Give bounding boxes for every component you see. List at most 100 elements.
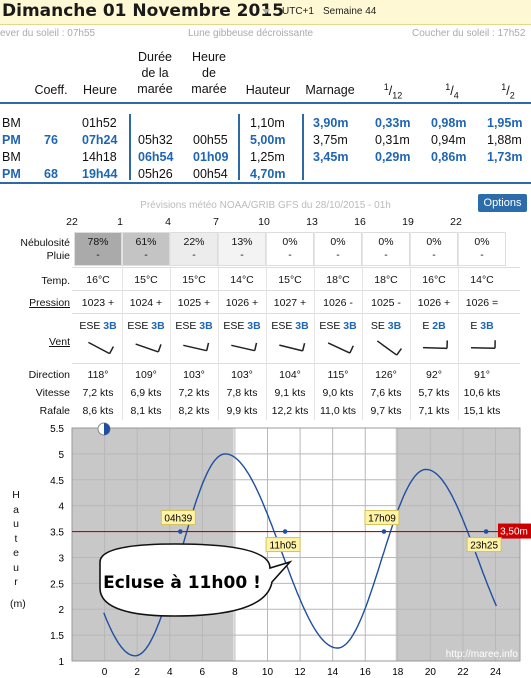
y-tick-label: 3.5 bbox=[50, 528, 64, 539]
y-tick-label: 1 bbox=[58, 657, 64, 668]
tide-cell-marnage: 3,75m bbox=[313, 133, 348, 147]
label-pression[interactable]: Pression bbox=[0, 297, 70, 310]
wind-direction-degrees: 103° bbox=[231, 369, 253, 381]
temperature-value: 16°C bbox=[86, 274, 110, 286]
wind-force-beaufort: 3B bbox=[343, 320, 357, 332]
tide-cell-hauteur: 5,00m bbox=[250, 133, 286, 147]
crossing-point bbox=[178, 529, 183, 534]
pressure-value: 1026 - bbox=[323, 297, 353, 309]
tide-cell-coeff: 68 bbox=[44, 167, 58, 181]
page-title: Dimanche 01 Novembre 2015 bbox=[2, 1, 284, 21]
wind-force-beaufort: 3B bbox=[480, 320, 494, 332]
forecast-hour-label: 1 bbox=[117, 216, 123, 228]
wind-gust-value: 7,1 kts bbox=[418, 405, 450, 417]
wind-sector: SE 3B bbox=[362, 320, 410, 332]
rain-value: - bbox=[192, 249, 196, 261]
timezone-label: UTC+1 bbox=[282, 6, 314, 17]
label-vent[interactable]: Vent bbox=[0, 336, 70, 349]
col-header-half: 1/2 bbox=[501, 82, 515, 101]
tide-cell-type: BM bbox=[2, 116, 21, 130]
cloud-cover-cell: 22% - bbox=[170, 232, 218, 266]
tide-cell-hauteur: 4,70m bbox=[250, 167, 286, 181]
tide-cell-twelfth: 0,31m bbox=[375, 133, 410, 147]
col-header-heure-maree: Heure de marée bbox=[191, 50, 227, 96]
wind-direction-code: ESE bbox=[319, 320, 344, 332]
crossing-point bbox=[282, 529, 288, 534]
tide-cell-type: BM bbox=[2, 150, 21, 164]
wind-speed-value: 7,6 kts bbox=[370, 387, 402, 399]
x-tick-label: 2 bbox=[134, 667, 140, 678]
sun-moon-row: ever du soleil : 07h55 Lune gibbeuse déc… bbox=[0, 28, 531, 42]
cloud-cover-cell: 0% - bbox=[314, 232, 362, 266]
table-divider bbox=[302, 114, 304, 180]
wind-gust-value: 9,9 kts bbox=[226, 405, 258, 417]
wind-direction-code: ESE bbox=[79, 320, 104, 332]
temperature-value: 14°C bbox=[470, 274, 494, 286]
wind-direction-code: E bbox=[422, 320, 433, 332]
wind-direction-code: ESE bbox=[175, 320, 200, 332]
tide-cell-marnage: 3,45m bbox=[313, 150, 349, 164]
cloud-cover-cell: 0% - bbox=[458, 232, 506, 266]
rain-value: - bbox=[336, 249, 340, 261]
label-rafale: Rafale bbox=[39, 405, 70, 417]
x-tick-label: 22 bbox=[457, 667, 469, 678]
cloud-cover-value: 0% bbox=[474, 236, 490, 248]
cloud-cover-cell: 13% - bbox=[218, 232, 266, 266]
temperature-value: 18°C bbox=[374, 274, 398, 286]
cloud-cover-value: 78% bbox=[87, 236, 109, 248]
moon-phase-text: Lune gibbeuse décroissante bbox=[188, 28, 314, 39]
tide-chart: 11.522.533.544.555.50 2 4 6 8 10 12 14 16 18 20 22 2… bbox=[50, 422, 531, 678]
cloud-cover-value: 22% bbox=[183, 236, 205, 248]
x-tick-label: 0 bbox=[102, 667, 108, 678]
wind-gust-value: 12,2 kts bbox=[271, 405, 309, 417]
tide-cell-duree: 06h54 bbox=[138, 150, 174, 164]
wind-barb-icon bbox=[422, 340, 449, 350]
forecast-hour-label: 4 bbox=[165, 216, 171, 228]
date-dropdown-caret-icon[interactable] bbox=[262, 9, 270, 14]
wind-direction-degrees: 118° bbox=[87, 369, 109, 381]
label-nebulosite: Nébulosité bbox=[20, 237, 70, 249]
x-tick-label: 20 bbox=[425, 667, 437, 678]
x-tick-label: 24 bbox=[490, 667, 502, 678]
crossing-time-label: 23h25 bbox=[470, 541, 498, 552]
wind-force-beaufort: 2B bbox=[432, 320, 446, 332]
wind-barb-icon bbox=[135, 343, 162, 353]
wind-force-beaufort: 3B bbox=[295, 320, 309, 332]
cloud-cover-cell: 0% - bbox=[266, 232, 314, 266]
wind-barb-icon bbox=[279, 342, 306, 352]
rain-value: - bbox=[480, 249, 484, 261]
cloud-cover-value: 0% bbox=[426, 236, 442, 248]
x-tick-label: 18 bbox=[392, 667, 404, 678]
rain-value: - bbox=[384, 249, 388, 261]
tide-cell-quarter: 0,86m bbox=[431, 150, 467, 164]
tide-cell-twelfth: 0,33m bbox=[375, 116, 411, 130]
wind-direction-code: SE bbox=[370, 320, 388, 332]
watermark-text: http://maree.info bbox=[446, 649, 519, 660]
rain-value: - bbox=[240, 249, 244, 261]
wind-direction-degrees: 104° bbox=[279, 369, 301, 381]
wind-direction-code: ESE bbox=[271, 320, 296, 332]
wind-sector: ESE 3B bbox=[74, 320, 122, 332]
wind-sector: E 2B bbox=[410, 320, 458, 332]
sunrise-text: ever du soleil : 07h55 bbox=[0, 28, 96, 39]
tide-cell-heure: 07h24 bbox=[82, 133, 118, 147]
wind-direction-degrees: 115° bbox=[327, 369, 349, 381]
tide-cell-twelfth: 0,29m bbox=[375, 150, 411, 164]
wind-direction-degrees: 91° bbox=[474, 369, 490, 381]
y-tick-label: 2 bbox=[58, 605, 64, 616]
forecast-hour-label: 22 bbox=[450, 216, 462, 228]
tide-cell-heure: 01h52 bbox=[82, 116, 117, 130]
wind-direction-code: ESE bbox=[127, 320, 152, 332]
options-button[interactable]: Options bbox=[478, 194, 527, 212]
label-direction: Direction bbox=[28, 369, 70, 381]
x-tick-label: 14 bbox=[327, 667, 339, 678]
wind-direction-degrees: 103° bbox=[183, 369, 205, 381]
cloud-cover-cell: 0% - bbox=[362, 232, 410, 266]
col-header-quarter: 1/4 bbox=[445, 82, 459, 101]
tide-cell-half: 1,95m bbox=[487, 116, 523, 130]
pressure-value: 1026 = bbox=[465, 297, 499, 309]
tide-cell-quarter: 0,94m bbox=[431, 133, 466, 147]
col-header-duree: Durée de la marée bbox=[137, 50, 173, 96]
cloud-cover-value: 61% bbox=[135, 236, 157, 248]
wind-force-beaufort: 3B bbox=[103, 320, 117, 332]
